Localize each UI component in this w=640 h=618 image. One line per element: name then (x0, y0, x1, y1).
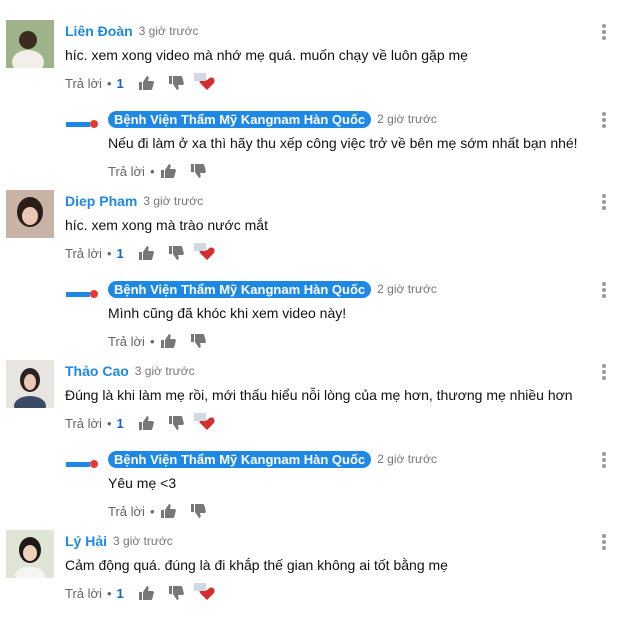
comment: Diep Pham 3 giờ trước híc. xem xong mà tr… (0, 190, 640, 278)
reply-button[interactable]: Trả lời (65, 586, 102, 601)
avatar[interactable] (6, 530, 54, 578)
thumbs-up-icon[interactable] (160, 333, 176, 349)
channel-author[interactable]: Bệnh Viện Thẩm Mỹ Kangnam Hàn Quốc (108, 110, 372, 128)
comment-time[interactable]: 3 giờ trước (135, 364, 195, 378)
separator-dot: • (106, 75, 112, 91)
reply-comment: Bệnh Viện Thẩm Mỹ Kangnam Hàn Quốc 2 giờ … (0, 108, 640, 190)
channel-logo[interactable] (64, 454, 100, 476)
more-options-icon[interactable] (602, 194, 606, 210)
comment-text: Đúng là khi làm mẹ rồi, mới thấu hiểu nỗ… (65, 387, 573, 403)
thumbs-down-icon[interactable] (168, 245, 184, 261)
separator-dot: • (149, 503, 155, 519)
comment-thread: Diep Pham 3 giờ trước híc. xem xong mà tr… (0, 190, 640, 360)
reply-time[interactable]: 2 giờ trước (377, 282, 437, 296)
reply-button[interactable]: Trả lời (65, 246, 102, 261)
thumbs-up-icon[interactable] (138, 415, 154, 431)
channel-logo[interactable] (64, 114, 100, 136)
comment: Lý Hải 3 giờ trước Cảm động quá. đúng là … (0, 530, 640, 618)
comment-text: Cảm động quá. đúng là đi khắp thế gian k… (65, 557, 448, 573)
more-options-icon[interactable] (602, 24, 606, 40)
comment-author[interactable]: Diep Pham (65, 193, 137, 209)
creator-heart-icon (193, 243, 216, 262)
separator-dot: • (106, 415, 112, 431)
comment: Thảo Cao 3 giờ trước Đúng là khi làm mẹ r… (0, 360, 640, 448)
thumbs-down-icon[interactable] (168, 75, 184, 91)
thumbs-down-icon[interactable] (190, 333, 206, 349)
channel-author[interactable]: Bệnh Viện Thẩm Mỹ Kangnam Hàn Quốc (108, 280, 372, 298)
like-count: 1 (116, 585, 124, 601)
separator-dot: • (149, 163, 155, 179)
comment-text: híc. xem xong video mà nhớ mẹ quá. muốn … (65, 47, 468, 63)
like-count: 1 (116, 245, 124, 261)
thumbs-up-icon[interactable] (160, 503, 176, 519)
avatar[interactable] (6, 360, 54, 408)
avatar[interactable] (6, 190, 54, 238)
reply-text: Mình cũng đã khóc khi xem video này! (108, 305, 347, 321)
comment-author[interactable]: Liên Đoàn (65, 23, 133, 39)
reply-text: Yêu mẹ <3 (108, 475, 177, 491)
reply-button[interactable]: Trả lời (108, 334, 145, 349)
thumbs-down-icon[interactable] (168, 585, 184, 601)
thumbs-down-icon[interactable] (168, 415, 184, 431)
more-options-icon[interactable] (602, 452, 606, 468)
comment-author[interactable]: Lý Hải (65, 533, 107, 549)
thumbs-up-icon[interactable] (138, 585, 154, 601)
reply-text: Nếu đi làm ở xa thì hãy thu xếp công việ… (108, 135, 578, 151)
comment-time[interactable]: 3 giờ trước (139, 24, 199, 38)
more-options-icon[interactable] (602, 364, 606, 380)
like-count: 1 (116, 415, 124, 431)
comment: Liên Đoàn 3 giờ trước híc. xem xong video… (0, 20, 640, 108)
comment-thread: Lý Hải 3 giờ trước Cảm động quá. đúng là … (0, 530, 640, 618)
creator-heart-icon (193, 583, 216, 602)
comment-thread: Liên Đoàn 3 giờ trước híc. xem xong video… (0, 20, 640, 190)
like-count: 1 (116, 75, 124, 91)
channel-logo[interactable] (64, 284, 100, 306)
separator-dot: • (106, 585, 112, 601)
comment-author[interactable]: Thảo Cao (65, 363, 129, 379)
creator-heart-icon (193, 73, 216, 92)
reply-button[interactable]: Trả lời (108, 164, 145, 179)
comment-time[interactable]: 3 giờ trước (113, 534, 173, 548)
separator-dot: • (106, 245, 112, 261)
comment-time[interactable]: 3 giờ trước (143, 194, 203, 208)
avatar[interactable] (6, 20, 54, 68)
more-options-icon[interactable] (602, 112, 606, 128)
thumbs-down-icon[interactable] (190, 503, 206, 519)
reply-button[interactable]: Trả lời (65, 76, 102, 91)
reply-comment: Bệnh Viện Thẩm Mỹ Kangnam Hàn Quốc 2 giờ … (0, 448, 640, 530)
more-options-icon[interactable] (602, 282, 606, 298)
comment-thread: Thảo Cao 3 giờ trước Đúng là khi làm mẹ r… (0, 360, 640, 530)
comment-text: híc. xem xong mà trào nước mắt (65, 217, 268, 233)
thumbs-down-icon[interactable] (190, 163, 206, 179)
reply-button[interactable]: Trả lời (108, 504, 145, 519)
more-options-icon[interactable] (602, 534, 606, 550)
separator-dot: • (149, 333, 155, 349)
thumbs-up-icon[interactable] (138, 75, 154, 91)
thumbs-up-icon[interactable] (160, 163, 176, 179)
reply-time[interactable]: 2 giờ trước (377, 112, 437, 126)
reply-comment: Bệnh Viện Thẩm Mỹ Kangnam Hàn Quốc 2 giờ … (0, 278, 640, 360)
creator-heart-icon (193, 413, 216, 432)
channel-author[interactable]: Bệnh Viện Thẩm Mỹ Kangnam Hàn Quốc (108, 450, 372, 468)
reply-time[interactable]: 2 giờ trước (377, 452, 437, 466)
reply-button[interactable]: Trả lời (65, 416, 102, 431)
thumbs-up-icon[interactable] (138, 245, 154, 261)
